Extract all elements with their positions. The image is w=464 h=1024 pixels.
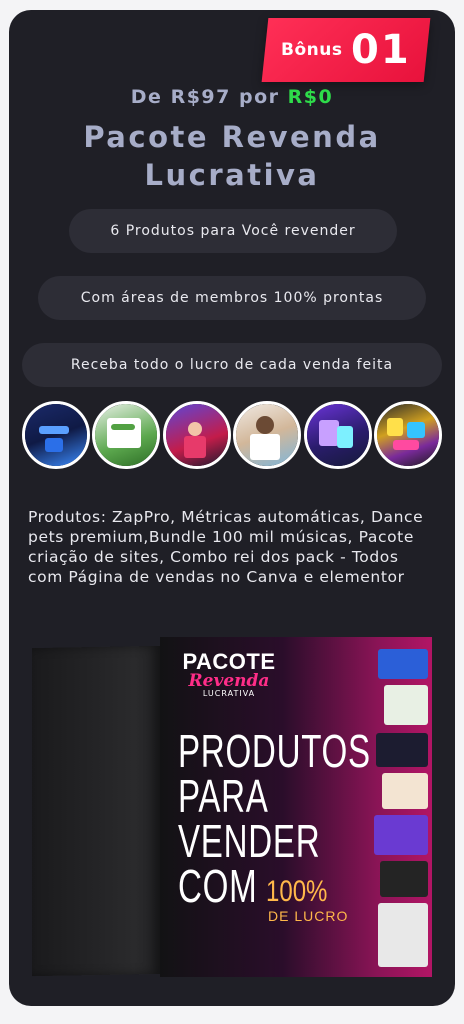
bonus-title: Pacote Revenda Lucrativa bbox=[9, 118, 455, 194]
pacote-logo: PACOTE Revenda LUCRATIVA bbox=[174, 649, 284, 698]
feature-pill: Receba todo o lucro de cada venda feita bbox=[22, 343, 442, 387]
box-collage bbox=[374, 645, 432, 975]
feature-text: Com áreas de membros 100% prontas bbox=[80, 290, 384, 306]
feature-text: Receba todo o lucro de cada venda feita bbox=[70, 357, 394, 373]
feature-pill: Com áreas de membros 100% prontas bbox=[38, 276, 426, 320]
headline-line: VENDER bbox=[178, 815, 321, 867]
price-middle: por bbox=[230, 86, 288, 108]
old-price: R$97 bbox=[170, 86, 231, 108]
price-line: De R$97 por R$0 bbox=[9, 86, 455, 108]
feature-text: 6 Produtos para Você revender bbox=[110, 223, 356, 239]
price-prefix: De bbox=[130, 86, 171, 108]
box-percent: 100% bbox=[266, 875, 328, 908]
metricas-icon bbox=[92, 401, 161, 469]
musicas-icon bbox=[233, 401, 302, 469]
headline-line: PARA bbox=[178, 770, 269, 822]
bonus-number: 01 bbox=[350, 27, 411, 73]
new-price: R$0 bbox=[287, 86, 334, 108]
product-description: Produtos: ZapPro, Métricas automáticas, … bbox=[28, 508, 424, 586]
dance-pets-icon bbox=[162, 401, 231, 469]
zappro-icon bbox=[22, 401, 90, 469]
bonus-badge: Bônus 01 bbox=[261, 18, 431, 82]
headline-line: PRODUTOS bbox=[178, 725, 371, 777]
sites-icon bbox=[303, 401, 372, 469]
box-lucro: DE LUCRO bbox=[268, 908, 349, 924]
product-thumbnails bbox=[22, 401, 442, 469]
title-text: Pacote Revenda Lucrativa bbox=[83, 120, 381, 192]
feature-pill: 6 Produtos para Você revender bbox=[69, 209, 397, 253]
product-box-image: PACOTE Revenda LUCRATIVA PRODUTOS PARA V… bbox=[32, 637, 432, 977]
bonus-label: Bônus bbox=[281, 40, 343, 60]
bonus-card: Bônus 01 De R$97 por R$0 Pacote Revenda … bbox=[9, 10, 455, 1006]
logo-revenda: Revenda bbox=[188, 671, 270, 691]
packs-icon bbox=[373, 401, 442, 469]
box-side bbox=[32, 645, 160, 977]
box-front: PACOTE Revenda LUCRATIVA PRODUTOS PARA V… bbox=[160, 637, 432, 977]
